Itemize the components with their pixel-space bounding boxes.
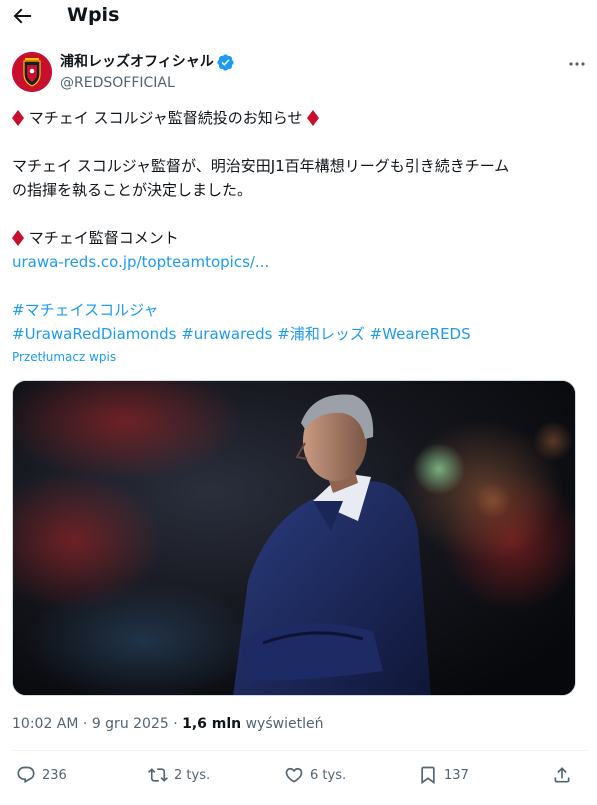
article-link[interactable]: urawa-reds.co.jp/topteamtopics/...	[12, 253, 269, 271]
hashtag-link[interactable]: #urawareds	[181, 325, 272, 343]
author-name-row: 浦和レッズオフィシャル	[60, 52, 234, 72]
tweet-time[interactable]: 10:02 AM	[12, 716, 78, 732]
tweet-text: マチェイ スコルジャ監督続投のお知らせ マチェイ スコルジャ監督が、明治安田J1…	[12, 106, 582, 346]
tweet-meta: 10:02 AM · 9 gru 2025 · 1,6 mln wyświetl…	[12, 714, 323, 734]
hashtags-line: #UrawaRedDiamonds #urawareds #浦和レッズ #Wea…	[12, 322, 582, 346]
red-diamond-icon	[12, 230, 24, 246]
back-arrow-icon[interactable]	[10, 4, 34, 28]
avatar[interactable]	[12, 52, 52, 92]
tweet-author: 浦和レッズオフィシャル @REDSOFFICIAL	[12, 52, 587, 94]
meta-separator: ·	[78, 716, 92, 732]
divider	[12, 750, 587, 751]
repost-count: 2 tys.	[174, 767, 211, 783]
bookmark-button[interactable]: 137	[418, 763, 469, 787]
comment-label: マチェイ監督コメント	[28, 229, 179, 247]
reply-button[interactable]: 236	[16, 763, 67, 787]
author-handle[interactable]: @REDSOFFICIAL	[60, 74, 175, 92]
hashtag-link[interactable]: #UrawaRedDiamonds	[12, 325, 176, 343]
reply-icon	[17, 766, 35, 784]
share-icon	[554, 767, 570, 783]
red-diamond-icon	[307, 110, 320, 126]
heart-icon	[285, 767, 303, 783]
comment-label-line: マチェイ監督コメント	[12, 226, 582, 250]
meta-separator: ·	[168, 716, 183, 732]
tweet-body-line: の指揮を執ることが決定しました。	[12, 181, 253, 199]
tweet-photo[interactable]	[12, 380, 576, 696]
author-name[interactable]: 浦和レッズオフィシャル	[60, 52, 214, 72]
verified-badge-icon	[217, 53, 234, 71]
action-bar: 236 2 tys. 6 tys. 137	[0, 760, 597, 790]
like-button[interactable]: 6 tys.	[284, 763, 346, 787]
tweet-date[interactable]: 9 gru 2025	[92, 716, 169, 732]
hashtag-link[interactable]: #マチェイスコルジャ	[12, 301, 158, 319]
hashtag-link[interactable]: #浦和レッズ	[277, 325, 365, 343]
views-label: wyświetleń	[245, 716, 324, 732]
red-diamond-icon	[12, 110, 24, 126]
translate-link[interactable]: Przetłumacz wpis	[12, 350, 116, 364]
views-count: 1,6 mln	[182, 716, 242, 732]
club-crest-icon	[12, 52, 52, 92]
reply-count: 236	[42, 767, 67, 783]
more-options-icon[interactable]	[567, 56, 587, 72]
repost-button[interactable]: 2 tys.	[148, 763, 210, 787]
share-button[interactable]	[552, 763, 572, 787]
hashtag-link[interactable]: #WeareREDS	[370, 325, 471, 343]
page-title: Wpis	[67, 4, 120, 26]
bookmark-count: 137	[444, 767, 469, 783]
tweet-body-line: マチェイ スコルジャ監督が、明治安田J1百年構想リーグも引き続きチーム	[12, 157, 510, 175]
like-count: 6 tys.	[310, 767, 347, 783]
repost-icon	[148, 768, 168, 782]
tweet-headline-line: マチェイ スコルジャ監督続投のお知らせ	[12, 106, 582, 130]
top-bar: Wpis	[0, 0, 597, 32]
tweet-headline: マチェイ スコルジャ監督続投のお知らせ	[28, 109, 303, 127]
coach-photo	[13, 381, 575, 695]
bookmark-icon	[421, 766, 435, 785]
